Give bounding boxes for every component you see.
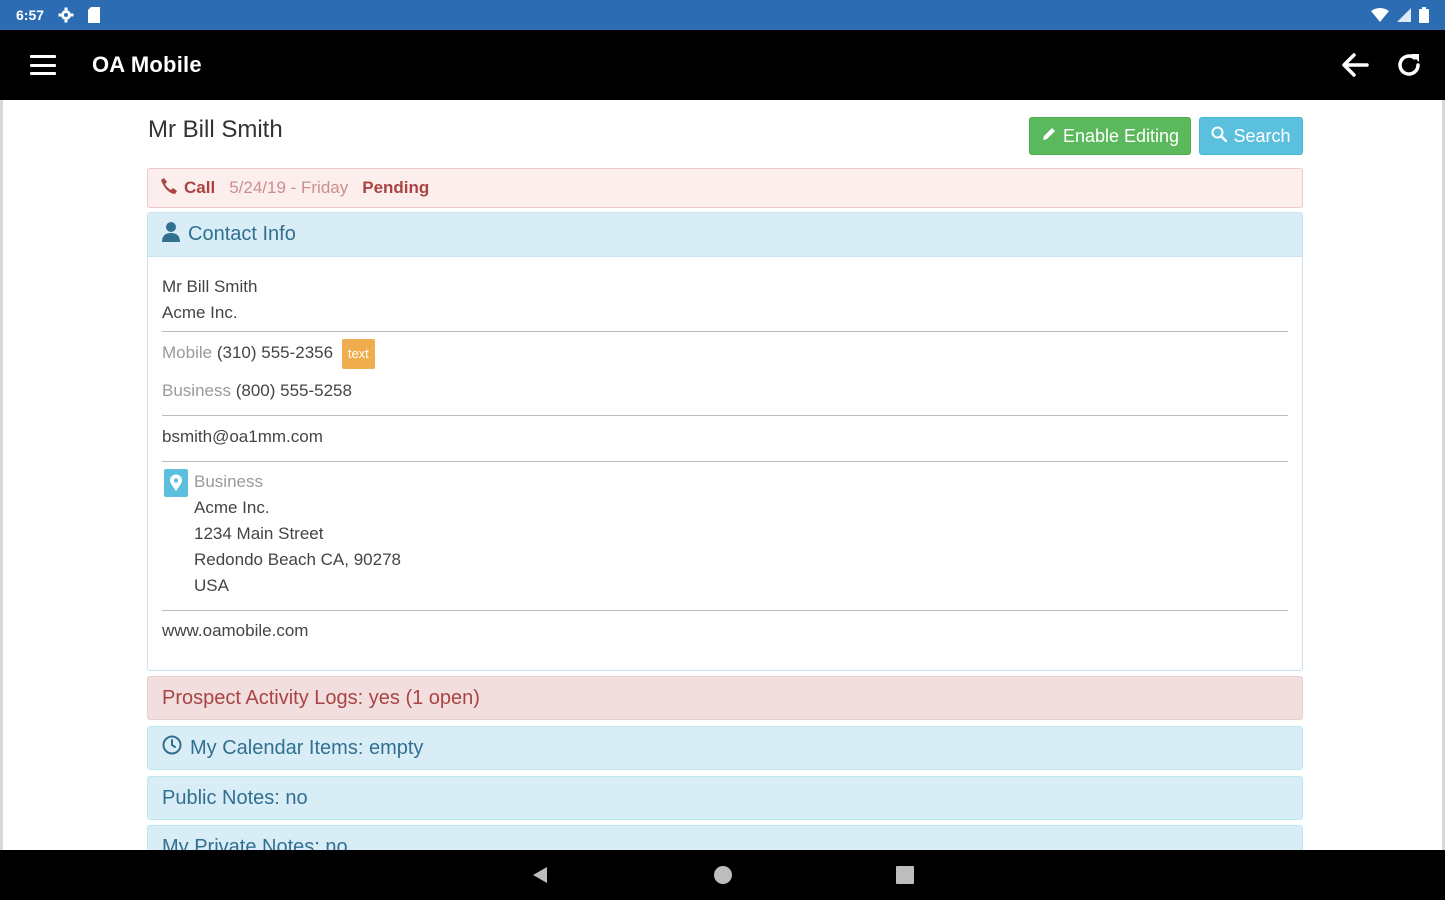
sd-card-icon (88, 7, 101, 23)
hamburger-menu-icon[interactable] (30, 55, 56, 75)
call-status: Pending (362, 178, 430, 197)
settings-gear-icon (58, 7, 74, 23)
pencil-icon (1041, 126, 1057, 147)
back-arrow-icon[interactable] (1339, 49, 1371, 81)
search-icon (1211, 126, 1228, 147)
app-title: OA Mobile (92, 52, 202, 77)
user-icon (162, 221, 180, 248)
content-area[interactable]: Mr Bill Smith Enable Editing Search Call… (0, 100, 1445, 850)
business-number-link[interactable]: (800) 555-5258 (236, 381, 352, 400)
contact-name-title: Mr Bill Smith (148, 116, 283, 143)
contact-info-heading[interactable]: Contact Info (148, 213, 1302, 257)
address-street: 1234 Main Street (194, 524, 324, 543)
address-country: USA (194, 576, 229, 595)
battery-icon (1419, 7, 1429, 23)
calendar-items-section[interactable]: My Calendar Items: empty (147, 726, 1303, 770)
private-notes-label: My Private Notes: no (162, 835, 348, 851)
divider (162, 610, 1288, 611)
contact-full-name: Mr Bill Smith (162, 277, 258, 296)
search-button[interactable]: Search (1199, 117, 1303, 155)
status-bar: 6:57 (0, 0, 1445, 30)
calendar-items-label: My Calendar Items: empty (190, 736, 424, 759)
search-label: Search (1233, 125, 1291, 146)
public-notes-label: Public Notes: no (162, 786, 308, 809)
public-notes-section[interactable]: Public Notes: no (147, 776, 1303, 820)
nav-home-icon[interactable] (713, 865, 733, 885)
email-link[interactable]: bsmith@oa1mm.com (162, 427, 323, 447)
website-link[interactable]: www.oamobile.com (162, 621, 308, 641)
refresh-icon[interactable] (1393, 49, 1425, 81)
status-time: 6:57 (16, 7, 45, 23)
text-message-button[interactable]: text (341, 338, 375, 369)
address-city: Redondo Beach CA, 90278 (194, 550, 401, 569)
signal-icon (1397, 8, 1411, 22)
business-phone-label: Business (162, 381, 231, 400)
divider (162, 331, 1288, 332)
private-notes-section[interactable]: My Private Notes: no (147, 825, 1303, 850)
divider (162, 415, 1288, 416)
address-type: Business (194, 472, 263, 491)
contact-info-panel: Contact Info Mr Bill Smith Acme Inc. Mob… (147, 212, 1303, 671)
mobile-number-link[interactable]: (310) 555-2356 (217, 343, 333, 362)
business-phone-row: Business (800) 555-5258 (162, 381, 352, 401)
mobile-phone-row: Mobile (310) 555-2356 text (162, 337, 375, 369)
address-company: Acme Inc. (194, 498, 270, 517)
call-date: 5/24/19 - Friday (229, 178, 349, 197)
contact-info-heading-label: Contact Info (188, 223, 296, 245)
call-label: Call (184, 178, 216, 197)
divider (162, 461, 1288, 462)
mobile-label: Mobile (162, 343, 213, 362)
map-marker-icon[interactable] (164, 469, 188, 497)
activity-logs-label: Prospect Activity Logs: yes (1 open) (162, 686, 480, 709)
contact-container: Mr Bill Smith Enable Editing Search Call… (145, 100, 1303, 850)
phone-icon (160, 177, 178, 200)
wifi-icon (1371, 8, 1389, 22)
clock-icon (162, 735, 182, 761)
system-nav-bar (0, 850, 1445, 900)
enable-editing-button[interactable]: Enable Editing (1029, 117, 1191, 155)
call-alert[interactable]: Call 5/24/19 - Friday Pending (147, 168, 1303, 208)
contact-company: Acme Inc. (162, 303, 238, 322)
activity-logs-section[interactable]: Prospect Activity Logs: yes (1 open) (147, 676, 1303, 720)
app-bar: OA Mobile (0, 30, 1445, 100)
contact-header: Mr Bill Smith Enable Editing Search (145, 100, 1303, 166)
nav-recents-icon[interactable] (895, 865, 915, 885)
nav-back-icon[interactable] (530, 865, 550, 885)
enable-editing-label: Enable Editing (1062, 125, 1180, 146)
